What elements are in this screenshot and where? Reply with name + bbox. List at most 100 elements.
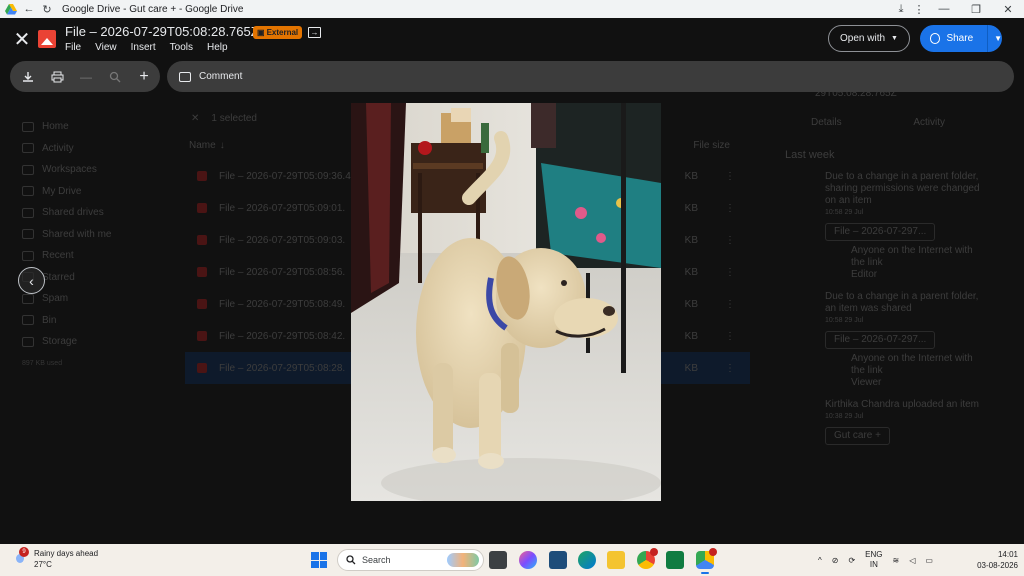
pdf-icon <box>197 299 207 309</box>
menu-tools[interactable]: Tools <box>170 42 193 53</box>
restore-button[interactable]: ❐ <box>960 3 992 16</box>
zoom-in-icon[interactable]: + <box>136 68 152 85</box>
pdf-icon <box>197 203 207 213</box>
activity-entry: Due to a change in a parent folder, shar… <box>825 171 980 280</box>
nav-item: Shared drives <box>22 202 162 224</box>
google-drive-app-icon[interactable] <box>696 548 717 574</box>
drive-nav: Home Activity Workspaces My Drive Shared… <box>22 116 162 374</box>
globe-icon <box>930 33 941 44</box>
sort-arrow-icon: ↓ <box>219 139 225 151</box>
more-icon: ⋮ <box>725 330 735 342</box>
activity-entry: Kirthika Chandra uploaded an item 10:38 … <box>785 399 985 445</box>
volume-icon[interactable]: ◁ <box>909 556 915 565</box>
download-icon[interactable]: ⤓ <box>892 0 910 18</box>
zoom-magnifier-icon[interactable] <box>107 69 123 85</box>
section-heading: Last week <box>785 149 835 161</box>
close-viewer-button[interactable]: ✕ <box>12 27 32 51</box>
nav-item: Workspaces <box>22 159 162 181</box>
share-button[interactable]: Share ▼ <box>920 25 1002 52</box>
search-icon <box>346 555 356 565</box>
weather-widget[interactable]: 9 Rainy days ahead 27°C <box>12 547 99 570</box>
browser-title: Google Drive - Gut care + - Google Drive <box>62 3 244 15</box>
wifi-icon[interactable]: ≋ <box>893 556 900 565</box>
close-window-button[interactable]: ✕ <box>992 3 1024 16</box>
search-highlight-icon <box>447 553 479 567</box>
pdf-icon <box>197 235 207 245</box>
meet-mute-icon[interactable]: ⊘ <box>832 556 839 565</box>
edge-icon[interactable] <box>578 551 596 569</box>
more-menu-icon[interactable]: ⋮ <box>910 0 928 18</box>
external-folder-icon: ▣ <box>257 28 265 37</box>
dog-photo <box>351 103 661 501</box>
back-arrow-icon[interactable]: ← <box>20 0 38 18</box>
nav-item: Storage <box>22 331 162 353</box>
copilot-icon[interactable] <box>519 551 537 569</box>
menu-bar: File View Insert Tools Help <box>65 42 228 53</box>
excel-icon[interactable] <box>666 551 684 569</box>
comment-icon[interactable] <box>179 71 191 82</box>
previous-file-button[interactable]: ‹ <box>18 267 45 294</box>
open-with-button[interactable]: Open with ▼ <box>828 25 910 52</box>
nav-item: Recent <box>22 245 162 267</box>
windows-taskbar: 9 Rainy days ahead 27°C Search ^ ⊘ ⟳ ENG… <box>0 544 1024 576</box>
external-badge: ▣ External <box>253 26 303 39</box>
viewer-header: ✕ File – 2026-07-29T05:08:28.765Z ▣ Exte… <box>0 18 1024 60</box>
more-icon: ⋮ <box>725 266 735 278</box>
task-view-icon[interactable] <box>489 551 507 569</box>
share-caret-icon[interactable]: ▼ <box>994 34 1002 43</box>
battery-icon[interactable]: ▭ <box>925 556 933 565</box>
menu-insert[interactable]: Insert <box>131 42 156 53</box>
column-size: File size <box>693 139 730 151</box>
nav-item: Spam <box>22 288 162 310</box>
nav-item: Home <box>22 116 162 138</box>
zoom-out-icon[interactable]: — <box>78 69 94 85</box>
menu-view[interactable]: View <box>95 42 117 53</box>
details-panel: 29T05:08:28.765Z Details Activity Last w… <box>785 88 985 445</box>
menu-help[interactable]: Help <box>207 42 228 53</box>
selected-count: 1 selected <box>211 112 257 124</box>
details-tabs: Details Activity <box>785 117 985 137</box>
pdf-icon <box>197 171 207 181</box>
print-icon[interactable] <box>49 69 65 85</box>
more-icon: ⋮ <box>725 298 735 310</box>
tab-details: Details <box>811 117 842 128</box>
system-tray: ^ ⊘ ⟳ ENG IN ≋ ◁ ▭ <box>818 544 933 576</box>
download-icon[interactable] <box>20 69 36 85</box>
share-divider <box>987 25 989 52</box>
file-explorer-icon[interactable] <box>607 551 625 569</box>
store-icon[interactable] <box>549 551 567 569</box>
nav-item: My Drive <box>22 181 162 203</box>
windows-start-icon[interactable] <box>311 552 327 568</box>
more-icon: ⋮ <box>725 170 735 182</box>
show-hidden-icons-icon[interactable]: ^ <box>818 556 822 565</box>
storage-used: 897 KB used <box>22 359 63 367</box>
chrome-icon[interactable] <box>637 548 658 569</box>
more-icon: ⋮ <box>725 234 735 246</box>
sync-icon[interactable]: ⟳ <box>848 556 855 565</box>
viewer-toolbar: — + <box>10 61 160 92</box>
browser-title-bar: ← ↻ Google Drive - Gut care + - Google D… <box>0 0 1024 18</box>
reload-icon[interactable]: ↻ <box>38 0 56 18</box>
close-selection-icon: ✕ <box>191 112 200 124</box>
clock-date: 03-08-2026 <box>977 561 1018 570</box>
menu-file[interactable]: File <box>65 42 81 53</box>
comment-button[interactable]: Comment <box>199 71 242 82</box>
nav-item: Activity <box>22 138 162 160</box>
move-to-folder-icon[interactable]: → <box>308 27 321 38</box>
rain-icon: 9 <box>12 547 29 564</box>
pdf-icon <box>197 331 207 341</box>
taskbar-search[interactable]: Search <box>337 549 484 571</box>
more-icon: ⋮ <box>725 362 735 374</box>
pdf-icon <box>197 267 207 277</box>
language-indicator[interactable]: ENG IN <box>865 550 882 570</box>
file-title[interactable]: File – 2026-07-29T05:08:28.765Z <box>65 24 259 39</box>
weather-title: Rainy days ahead <box>34 549 99 558</box>
minimize-button[interactable]: — <box>928 3 960 15</box>
caret-down-icon: ▼ <box>891 35 898 42</box>
comment-bar: Comment <box>167 61 1014 92</box>
image-file-icon <box>38 30 56 48</box>
drive-logo-icon <box>2 0 20 18</box>
weather-badge: 9 <box>19 547 29 557</box>
clock[interactable]: 14:01 03-08-2026 <box>962 549 1018 571</box>
nav-item: Shared with me <box>22 224 162 246</box>
